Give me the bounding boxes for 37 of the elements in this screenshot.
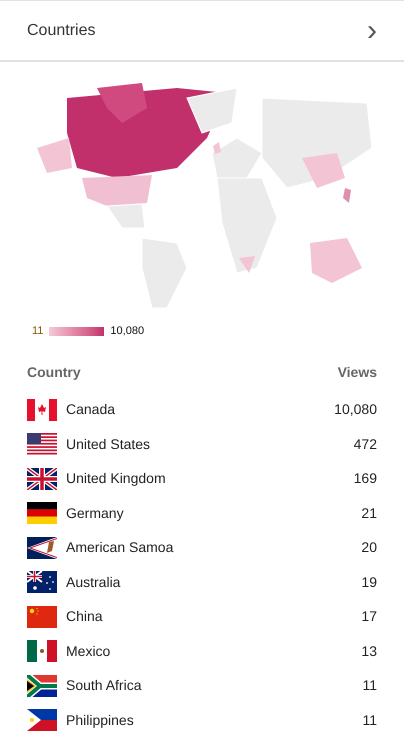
column-header: Views	[338, 362, 377, 382]
views-count: 11	[362, 710, 377, 730]
flag-icon	[27, 433, 57, 456]
flag-icon	[27, 709, 57, 732]
country-name: Australia	[66, 572, 122, 592]
views-count: 169	[354, 469, 377, 488]
views-count: 20	[361, 538, 377, 558]
views-count: 19	[361, 572, 377, 592]
country-name: South Africa	[66, 676, 142, 696]
flag-icon	[27, 640, 57, 662]
flag-icon	[27, 398, 57, 421]
legend-gradient	[49, 326, 104, 336]
views-count: 472	[354, 434, 377, 454]
column-header: Country	[27, 362, 81, 382]
legend-max: 10,080	[110, 324, 144, 339]
flag-icon	[27, 674, 57, 697]
chevron-button[interactable]: ›	[367, 16, 377, 46]
country-name: American Samoa	[66, 538, 174, 558]
country-name: Germany	[66, 504, 125, 523]
country-name: Philippines	[66, 710, 135, 730]
flag-icon	[27, 536, 57, 559]
section-title: Countries	[27, 20, 96, 40]
flag-icon	[27, 468, 57, 490]
country-name: United Kingdom	[66, 469, 167, 488]
views-count: 13	[361, 642, 377, 661]
views-count: 11	[362, 676, 377, 696]
country-name: China	[66, 607, 104, 626]
flag-icon	[27, 606, 57, 628]
flag-icon	[27, 571, 57, 594]
country-name: Mexico	[66, 642, 112, 661]
legend-min: 11	[32, 324, 44, 339]
flag-icon	[27, 502, 57, 524]
views-count: 10,080	[334, 400, 377, 420]
views-count: 21	[361, 504, 377, 523]
country-name: Canada	[66, 400, 116, 420]
country-name: United States	[66, 434, 152, 454]
views-count: 17	[361, 607, 377, 626]
